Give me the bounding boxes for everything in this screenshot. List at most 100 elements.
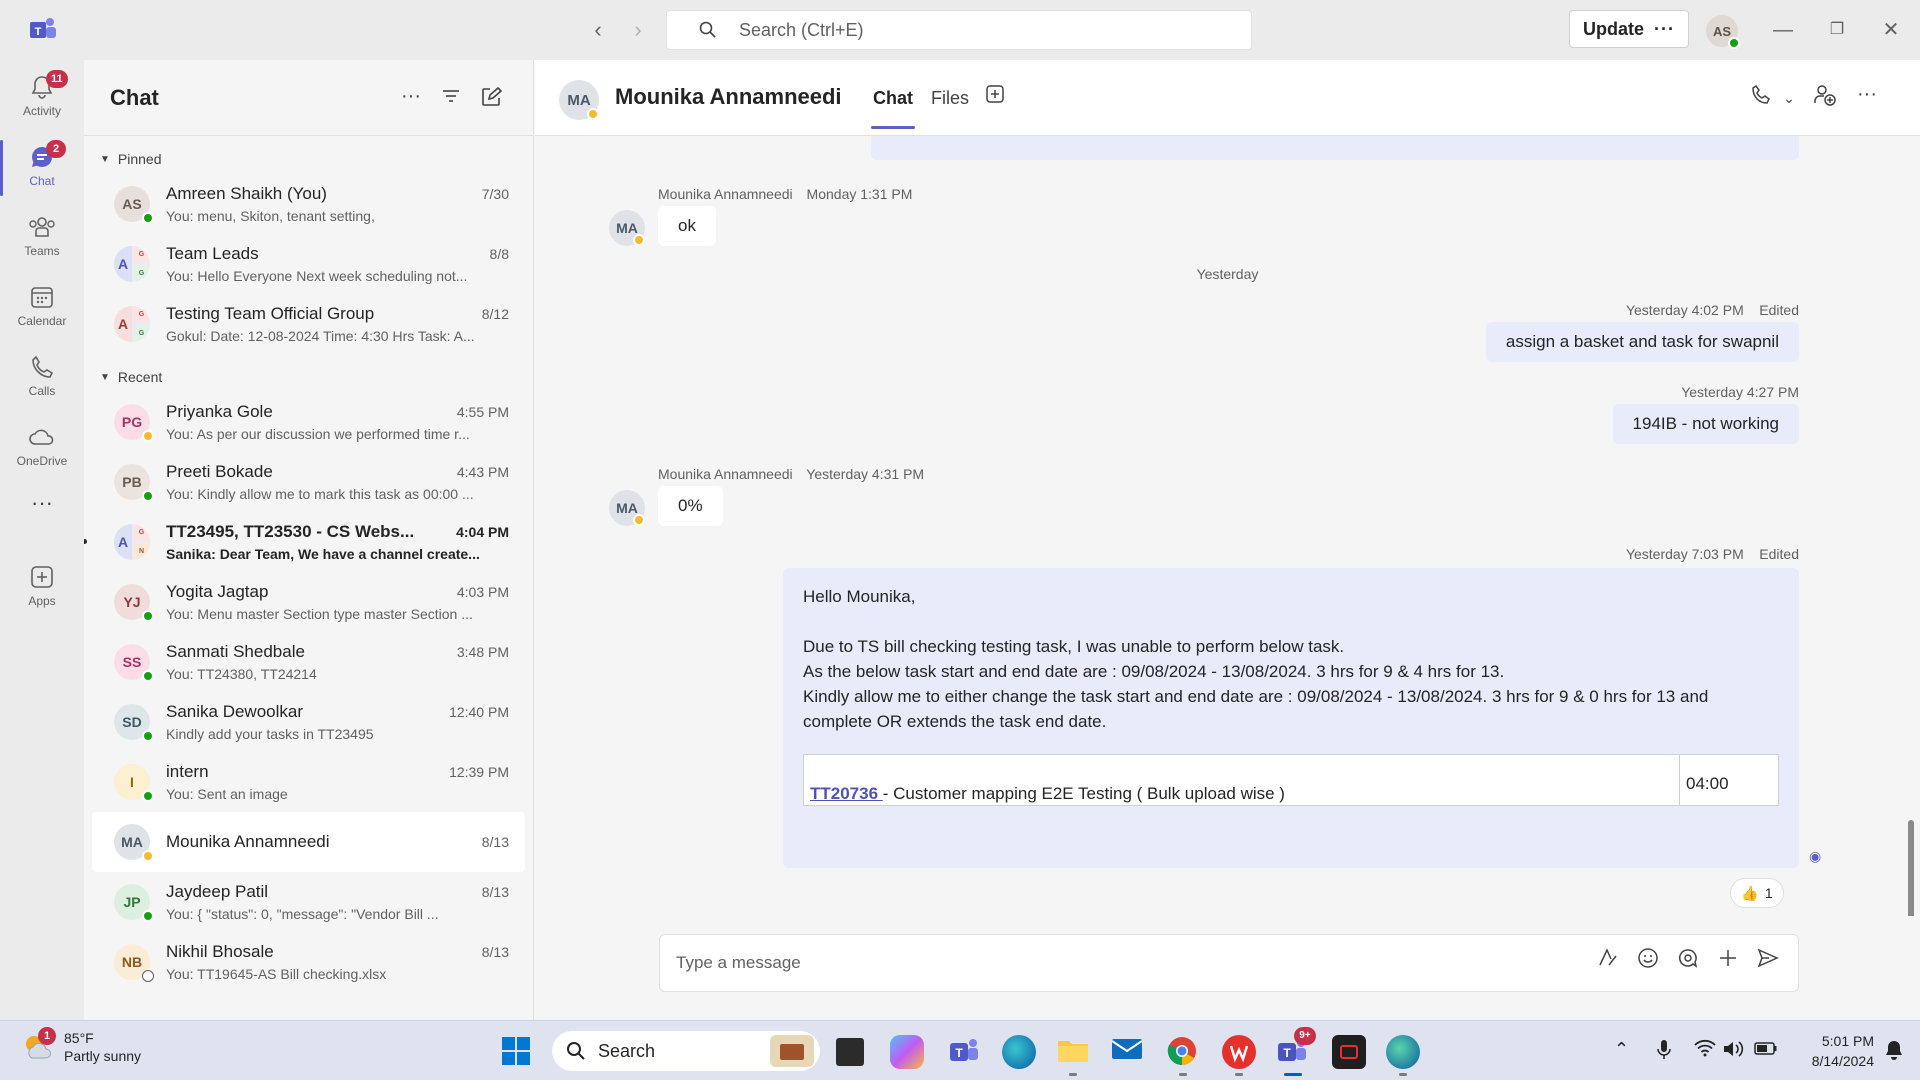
- send-icon[interactable]: [1748, 943, 1788, 983]
- avatar[interactable]: MA: [609, 490, 645, 526]
- weather-widget[interactable]: 1 85°F Partly sunny: [22, 1027, 141, 1065]
- update-button[interactable]: Update ···: [1569, 10, 1689, 48]
- rail-calendar[interactable]: Calendar: [0, 274, 84, 340]
- add-tab-icon[interactable]: [981, 84, 1009, 112]
- call-icon[interactable]: [1747, 84, 1775, 112]
- pinned-section-header[interactable]: ▼ Pinned: [84, 144, 533, 174]
- more-apps-icon[interactable]: ···: [0, 490, 84, 556]
- task-link[interactable]: TT20736: [810, 784, 883, 803]
- outgoing-message[interactable]: 194IB - not working: [1612, 404, 1799, 444]
- contact-name[interactable]: Mounika Annamneedi: [615, 84, 842, 110]
- chat-list-pane: Chat ··· ▼ Pinned AS Amreen Shaikh (You)…: [84, 60, 534, 1020]
- presence-away-icon: [633, 514, 645, 526]
- incoming-message[interactable]: ok: [658, 206, 716, 246]
- edited-label: Edited: [1759, 302, 1799, 318]
- mail-icon[interactable]: [1110, 1035, 1144, 1069]
- scrollbar[interactable]: [1908, 820, 1914, 916]
- chevron-up-icon[interactable]: ⌃: [1614, 1039, 1629, 1060]
- add-people-icon[interactable]: [1811, 84, 1839, 112]
- rail-onedrive[interactable]: OneDrive: [0, 414, 84, 480]
- volume-icon[interactable]: [1722, 1039, 1746, 1064]
- search-input[interactable]: Search (Ctrl+E): [666, 10, 1252, 50]
- incoming-message[interactable]: 0%: [658, 486, 723, 526]
- wifi-icon[interactable]: [1694, 1039, 1716, 1062]
- add-apps-icon: [31, 566, 53, 588]
- chat-item[interactable]: PG Priyanka Gole 4:55 PM You: As per our…: [92, 392, 525, 452]
- user-avatar[interactable]: AS: [1706, 15, 1740, 49]
- outgoing-message[interactable]: assign a basket and task for swapnil: [1485, 322, 1799, 362]
- teams-logo-icon[interactable]: T: [28, 16, 58, 44]
- task-hours: 04:00: [1686, 774, 1729, 793]
- new-chat-icon[interactable]: [478, 86, 504, 112]
- chat-time: 12:40 PM: [449, 704, 509, 720]
- task-view-icon[interactable]: [836, 1038, 864, 1066]
- back-arrow-icon[interactable]: ‹: [584, 18, 612, 42]
- chat-item[interactable]: YJ Yogita Jagtap 4:03 PM You: Menu maste…: [92, 572, 525, 632]
- contact-avatar[interactable]: MA: [559, 80, 599, 120]
- edge-icon[interactable]: [1002, 1035, 1036, 1069]
- rail-label: OneDrive: [16, 454, 68, 468]
- chat-item[interactable]: I intern 12:39 PM You: Sent an image: [92, 752, 525, 812]
- unread-dot-icon: [84, 539, 87, 544]
- teams-taskbar-icon[interactable]: T: [948, 1035, 982, 1069]
- notifications-bell-icon[interactable]: [1884, 1039, 1904, 1066]
- chat-item[interactable]: AS Amreen Shaikh (You) 7/30 You: menu, S…: [92, 174, 525, 234]
- activity-badge: 11: [46, 70, 68, 88]
- screen-recorder-icon[interactable]: [1332, 1035, 1366, 1069]
- chat-item[interactable]: SD Sanika Dewoolkar 12:40 PM Kindly add …: [92, 692, 525, 752]
- chevron-down-icon[interactable]: ⌄: [1775, 84, 1803, 112]
- taskbar-search[interactable]: Search: [552, 1031, 820, 1071]
- reaction-pill[interactable]: 👍 1: [1730, 878, 1784, 908]
- emoji-icon[interactable]: [1628, 943, 1668, 983]
- forward-arrow-icon[interactable]: ›: [624, 18, 652, 42]
- message-line: As the below task start and end date are…: [803, 662, 1505, 681]
- presence-available-icon: [142, 490, 154, 502]
- more-options-icon[interactable]: ···: [398, 86, 424, 112]
- tab-chat[interactable]: Chat: [871, 88, 915, 129]
- message-input[interactable]: Type a message: [676, 953, 1588, 973]
- minimize-icon[interactable]: —: [1768, 16, 1798, 44]
- filter-icon[interactable]: [438, 86, 464, 112]
- edge-dev-icon[interactable]: [1386, 1035, 1420, 1069]
- chat-item[interactable]: NB Nikhil Bhosale 8/13 You: TT19645-AS B…: [92, 932, 525, 992]
- chat-item[interactable]: PB Preeti Bokade 4:43 PM You: Kindly all…: [92, 452, 525, 512]
- rail-chat[interactable]: Chat 2: [0, 134, 84, 200]
- plus-icon[interactable]: [1708, 943, 1748, 983]
- tab-files[interactable]: Files: [931, 88, 969, 109]
- windows-start-icon[interactable]: [500, 1035, 534, 1069]
- outgoing-message[interactable]: Hello Mounika, Due to TS bill checking t…: [783, 568, 1799, 868]
- format-icon[interactable]: [1588, 943, 1628, 983]
- wps-office-icon[interactable]: [1222, 1035, 1256, 1069]
- close-icon[interactable]: ✕: [1876, 16, 1906, 44]
- file-explorer-icon[interactable]: [1056, 1035, 1090, 1069]
- rail-activity[interactable]: Activity 11: [0, 64, 84, 130]
- group-avatar: A G G: [114, 306, 150, 342]
- task-cell: TT20736 - Customer mapping E2E Testing (…: [804, 755, 1680, 805]
- microphone-icon[interactable]: [1656, 1039, 1672, 1066]
- chat-item[interactable]: SS Sanmati Shedbale 3:48 PM You: TT24380…: [92, 632, 525, 692]
- system-clock[interactable]: 5:01 PM 8/14/2024: [1794, 1031, 1874, 1071]
- chat-item[interactable]: A G G Team Leads 8/8 You: Hello Everyone…: [92, 234, 525, 294]
- recent-section-header[interactable]: ▼ Recent: [84, 362, 533, 392]
- chat-item-unread[interactable]: A G N TT23495, TT23530 - CS Webs... 4:04…: [84, 512, 525, 572]
- teams-active-taskbar-icon[interactable]: T 9+: [1276, 1027, 1316, 1069]
- message-composer[interactable]: Type a message: [659, 934, 1799, 992]
- chat-item[interactable]: A G G Testing Team Official Group 8/12 G…: [92, 294, 525, 354]
- teams-icon: [29, 217, 55, 237]
- chat-item-selected[interactable]: MA Mounika Annamneedi 8/13: [92, 812, 525, 872]
- battery-icon[interactable]: [1754, 1039, 1778, 1062]
- taskbar: 1 85°F Partly sunny Search T T 9+ ⌃ 5:01…: [0, 1020, 1920, 1080]
- presence-away-icon: [587, 108, 599, 120]
- more-options-icon[interactable]: ···: [1853, 84, 1881, 112]
- rail-teams[interactable]: Teams: [0, 204, 84, 270]
- copilot-icon[interactable]: [890, 1035, 924, 1069]
- chrome-icon[interactable]: [1166, 1035, 1200, 1069]
- chat-name: intern: [166, 762, 209, 781]
- loop-icon[interactable]: [1668, 943, 1708, 983]
- chat-item[interactable]: JP Jaydeep Patil 8/13 You: { "status": 0…: [92, 872, 525, 932]
- rail-calls[interactable]: Calls: [0, 344, 84, 410]
- restore-icon[interactable]: ❐: [1822, 16, 1852, 44]
- title-bar: T ‹ › Search (Ctrl+E) Update ··· AS — ❐ …: [0, 0, 1920, 60]
- rail-apps[interactable]: Apps: [0, 554, 84, 620]
- avatar[interactable]: MA: [609, 210, 645, 246]
